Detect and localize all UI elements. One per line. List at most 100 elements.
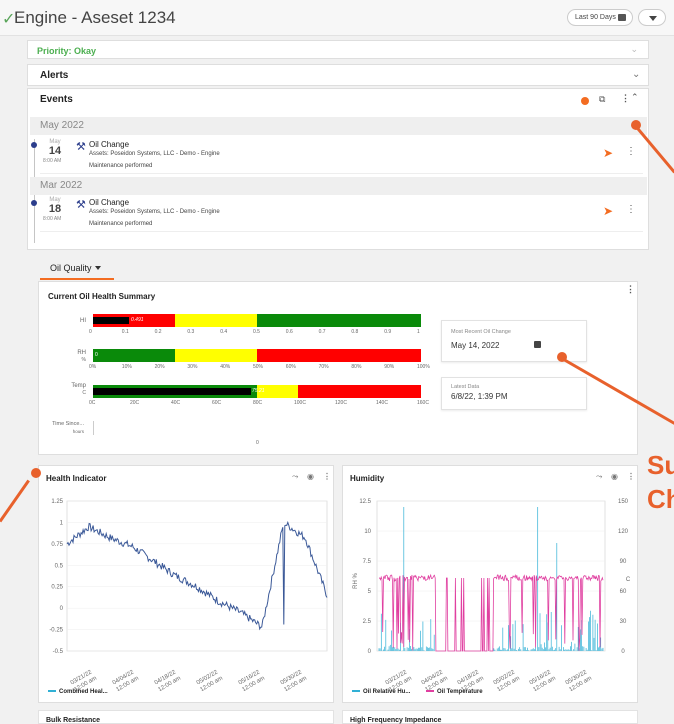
event-item[interactable]: May 18 8:00 AM ⚒ Oil Change Assets: Pose… xyxy=(40,195,643,232)
chart-title: Humidity xyxy=(350,474,385,483)
more-options-icon[interactable]: ⋮ xyxy=(626,204,636,215)
tab-label: Oil Quality xyxy=(50,262,92,273)
page-header: ✓ Engine - Aseset 1234 Last 90 Days xyxy=(0,0,674,36)
eye-icon[interactable]: ◉ xyxy=(611,472,618,481)
gauge-tick: 140C xyxy=(376,400,388,406)
gauge-tick: 60C xyxy=(212,400,222,406)
y-tick-label: 10 xyxy=(364,529,371,535)
y2-tick-label: 90 xyxy=(620,559,627,565)
calendar-icon[interactable] xyxy=(534,341,541,348)
gauge-tick: 1 xyxy=(417,329,420,335)
latest-data-label: Latest Data xyxy=(451,384,480,390)
y-tick-label: 0.75 xyxy=(51,542,63,548)
more-options-icon[interactable]: ⋮ xyxy=(626,284,635,295)
y-tick-label: 0.5 xyxy=(55,563,64,569)
month-header: May 2022 xyxy=(30,117,647,135)
hi-value-bar xyxy=(93,317,129,324)
temp-value-label: 75.21 xyxy=(252,388,265,394)
date-range-button[interactable]: Last 90 Days xyxy=(567,9,633,26)
priority-panel[interactable]: Priority: Okay ⌄ xyxy=(27,40,649,59)
annotation-line xyxy=(0,479,30,523)
trend-icon[interactable]: ⤳ xyxy=(596,472,602,482)
page-title: Engine - Aseset 1234 xyxy=(14,8,176,27)
bulk-resistance-panel: Bulk Resistance xyxy=(38,710,334,724)
gauge-tick: 50% xyxy=(253,364,264,370)
wrench-icon: ⚒ xyxy=(76,199,86,211)
month-label: Mar 2022 xyxy=(40,180,83,191)
gauge-tick: 0.7 xyxy=(318,329,326,335)
wrench-icon: ⚒ xyxy=(76,141,86,153)
gauge-tick: 30% xyxy=(187,364,198,370)
hf-impedance-panel: High Frequency Impedance xyxy=(342,710,638,724)
alerts-panel[interactable]: Alerts ⌄ xyxy=(27,64,649,86)
event-note: Maintenance performed xyxy=(89,163,153,169)
y2-tick-label: 0 xyxy=(621,649,625,655)
gauge-tick: 0.9 xyxy=(384,329,392,335)
chevron-up-icon[interactable]: ⌃ xyxy=(631,92,639,103)
y-axis-label: RH % xyxy=(353,573,359,589)
oil-health-summary-panel: Current Oil Health Summary ⋮ HI 0.491 RH… xyxy=(38,281,638,455)
gauge-tick: 0.5 xyxy=(253,329,260,335)
y-tick-label: -0.5 xyxy=(53,649,64,655)
y2-tick-label: 60 xyxy=(620,589,627,595)
more-options-icon[interactable]: ⋮ xyxy=(626,146,636,157)
event-name: Oil Change xyxy=(89,140,130,149)
y2-tick-label: 150 xyxy=(618,499,629,505)
events-panel: Events ⧉ ⋮ ⌃ May 2022 May 14 8:00 AM ⚒ O… xyxy=(27,88,649,250)
external-link-icon[interactable]: ⧉ xyxy=(599,94,605,105)
month-label: May 2022 xyxy=(40,120,84,131)
gauge-tick: 20C xyxy=(130,400,140,406)
event-item[interactable]: May 14 8:00 AM ⚒ Oil Change Assets: Pose… xyxy=(40,137,643,174)
chart-title: Bulk Resistance xyxy=(46,717,101,724)
legend-label: Oil Temperature xyxy=(437,689,483,695)
more-options-icon[interactable]: ⋮ xyxy=(627,472,635,481)
notification-badge xyxy=(581,97,589,105)
y-tick-label: 0 xyxy=(60,606,64,612)
y-tick-label: -0.25 xyxy=(49,628,63,634)
more-options-icon[interactable]: ⋮ xyxy=(323,472,331,481)
eye-icon[interactable]: ◉ xyxy=(307,472,314,481)
chevron-down-icon[interactable]: ⌄ xyxy=(632,69,640,80)
trend-icon[interactable]: ⤳ xyxy=(292,472,298,482)
gauge-tick: 20% xyxy=(154,364,165,370)
humidity-panel: Humidity ⤳ ◉ ⋮ 12.5 150 10 120 7.5 90 5 60 2.5 30… xyxy=(342,465,638,703)
y-tick-label: 0.25 xyxy=(51,585,63,591)
range-dropdown-button[interactable] xyxy=(638,9,666,26)
gauge-tick: 160C xyxy=(417,400,429,406)
send-icon[interactable]: ➤ xyxy=(603,204,613,218)
hi-value-label: 0.491 xyxy=(131,317,144,323)
gauge-tick: 0.2 xyxy=(154,329,162,335)
chart-title: High Frequency Impedance xyxy=(350,717,442,724)
recent-change-value: May 14, 2022 xyxy=(451,341,500,350)
gauge-unit-rh: % xyxy=(81,357,86,363)
event-assets: Assets: Poseidon Systems, LLC - Demo - E… xyxy=(89,151,220,157)
summary-title: Current Oil Health Summary xyxy=(48,292,156,301)
timeline-dot xyxy=(31,142,37,148)
calendar-icon xyxy=(618,14,626,21)
y-tick-label: 5 xyxy=(368,589,372,595)
chevron-down-icon[interactable]: ⌄ xyxy=(630,44,638,55)
y2-tick-label: 30 xyxy=(620,619,627,625)
gauge-tick: 0% xyxy=(89,364,97,370)
humidity-line-chart: 12.5 15010 1207.5 905 602.5 300 0RH % C03/21/22… xyxy=(353,499,631,691)
y-tick-label: 12.5 xyxy=(359,499,371,505)
rh-value-label: 0 xyxy=(95,352,98,358)
temp-value-bar xyxy=(93,388,251,395)
annotation-text: Su xyxy=(647,450,674,480)
send-icon[interactable]: ➤ xyxy=(603,146,613,160)
time-tick: 0 xyxy=(256,440,259,446)
legend-item[interactable]: Oil Temperature xyxy=(426,689,483,695)
tab-oil-quality[interactable]: Oil Quality xyxy=(40,258,114,280)
y-tick-label: 1 xyxy=(60,520,64,526)
legend-item[interactable]: Oil Relative Hu... xyxy=(352,689,410,695)
more-options-icon[interactable]: ⋮ xyxy=(621,93,630,104)
legend-label: Oil Relative Hu... xyxy=(363,689,411,695)
gauge-tick: 0.6 xyxy=(285,329,293,335)
legend-label: Combined Heal... xyxy=(59,689,108,695)
legend-item[interactable]: Combined Heal... xyxy=(48,689,108,695)
priority-label: Priority: Okay xyxy=(37,46,97,56)
gauge-label-temp: Temp xyxy=(71,383,86,389)
gauge-tick: 120C xyxy=(335,400,347,406)
event-time: 8:00 AM xyxy=(43,216,62,222)
caret-down-icon xyxy=(94,265,101,270)
